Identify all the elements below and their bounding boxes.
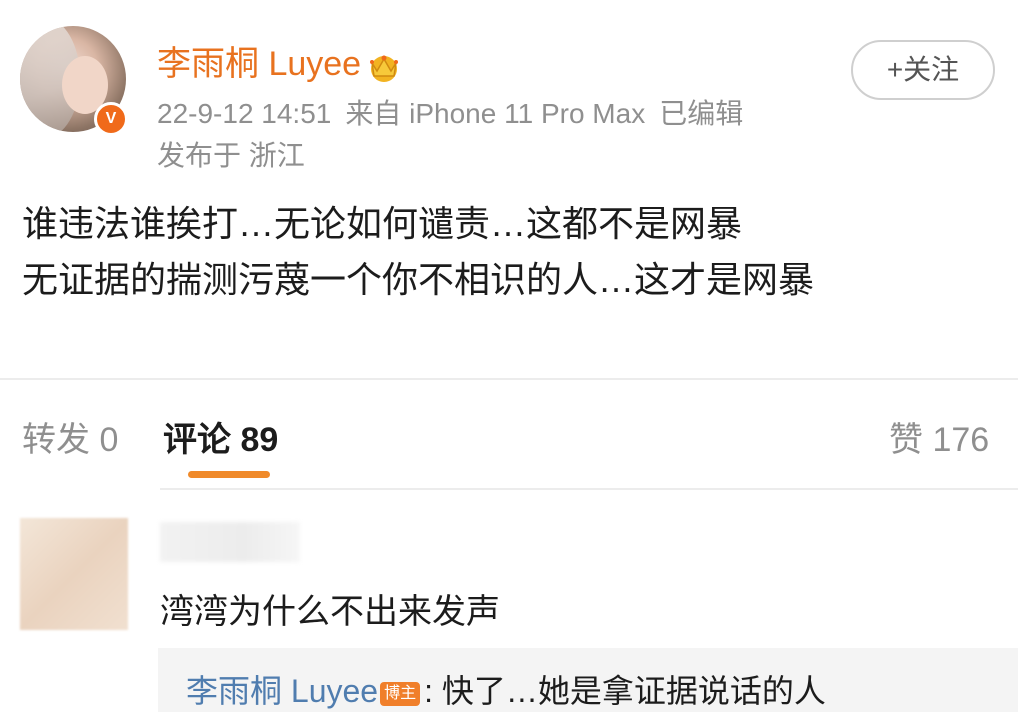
follow-button[interactable]: +关注 (851, 40, 995, 100)
reply-text: : 快了…她是拿证据说话的人 (424, 673, 826, 709)
commenter-name-blurred (160, 522, 300, 562)
post-time: 22-9-12 14:51 (157, 98, 332, 129)
crown-icon (370, 55, 399, 83)
weibo-post-page: V 李雨桐 Luyee 22-9-12 14:51 来自 iPhone 11 Pr… (0, 0, 1018, 712)
section-divider (0, 378, 1018, 380)
post-text-line: 谁违法谁挨打…无论如何谴责…这都不是网暴 (22, 203, 743, 244)
tab-likes[interactable]: 赞 176 (889, 412, 989, 461)
edited-label[interactable]: 已编辑 (659, 98, 743, 129)
post-text-line: 无证据的揣测污蔑一个你不相识的人…这才是网暴 (22, 259, 815, 300)
comment-text: 湾湾为什么不出来发声 (160, 593, 500, 631)
commenter-avatar-blurred[interactable] (20, 518, 128, 630)
author-name-row[interactable]: 李雨桐 Luyee (157, 36, 403, 85)
active-tab-indicator (188, 471, 270, 478)
post-meta: 22-9-12 14:51 来自 iPhone 11 Pro Max 已编辑 (157, 92, 757, 132)
author-name[interactable]: 李雨桐 Luyee (157, 45, 361, 83)
tab-repost[interactable]: 转发 0 (22, 412, 118, 461)
reply-author[interactable]: 李雨桐 Luyee (186, 673, 378, 709)
post-location: 发布于 浙江 (157, 140, 305, 171)
tabs-divider (160, 488, 1018, 490)
reply-line: 李雨桐 Luyee 博主: 快了…她是拿证据说话的人 (186, 666, 826, 712)
post-source: 来自 iPhone 11 Pro Max (345, 98, 646, 129)
tab-comments[interactable]: 评论 89 (163, 412, 278, 461)
post-body: 谁违法谁挨打…无论如何谴责…这都不是网暴 无证据的揣测污蔑一个你不相识的人…这才… (22, 196, 1002, 308)
verified-v-icon: V (94, 102, 128, 136)
host-badge: 博主 (380, 681, 421, 706)
